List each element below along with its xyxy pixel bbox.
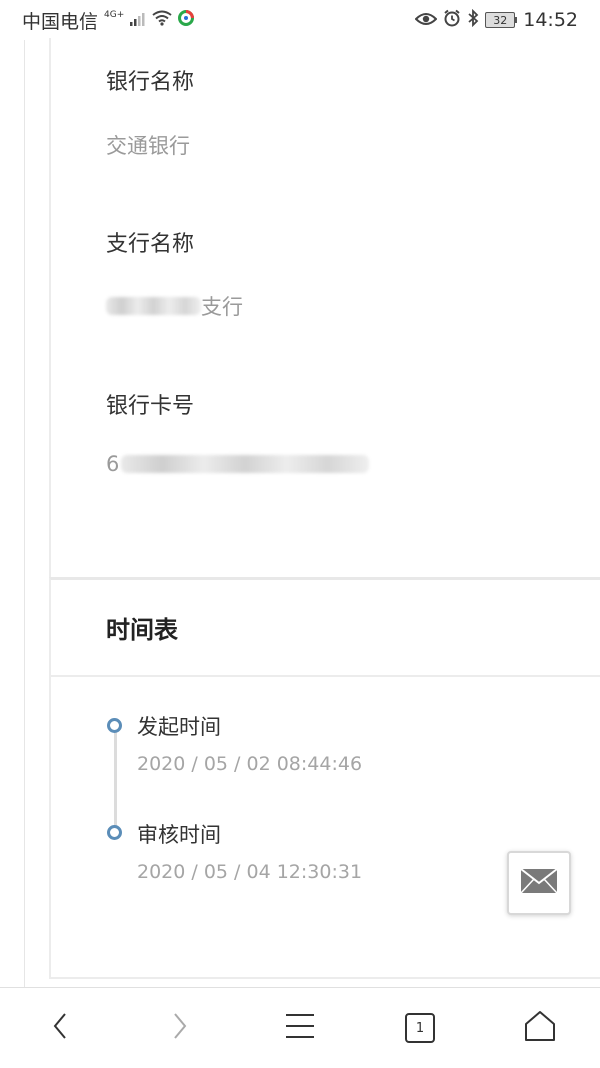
timeline-label: 审核时间 xyxy=(137,823,221,847)
bank-name-value: 交通银行 xyxy=(106,134,190,158)
timeline-time: 2020 / 05 / 04 12:30:31 xyxy=(137,861,363,883)
eye-icon xyxy=(414,9,438,31)
timetable-title: 时间表 xyxy=(106,616,178,644)
tabs-icon: 1 xyxy=(405,1013,435,1043)
app-notification-icon xyxy=(178,9,195,31)
back-button[interactable] xyxy=(20,988,100,1068)
message-button[interactable] xyxy=(507,851,571,915)
wifi-icon xyxy=(152,9,172,31)
redacted-branch-prefix xyxy=(106,297,201,315)
timeline-dot xyxy=(107,825,122,840)
timeline-time: 2020 / 05 / 02 08:44:46 xyxy=(137,753,363,775)
bluetooth-icon xyxy=(467,8,479,32)
forward-icon xyxy=(172,1012,188,1044)
back-icon xyxy=(52,1012,68,1044)
menu-button[interactable] xyxy=(260,988,340,1068)
envelope-icon xyxy=(520,868,558,898)
home-icon xyxy=(523,1010,557,1046)
bank-info-card: 银行名称 交通银行 支行名称 支行 银行卡号 6 xyxy=(49,38,600,579)
home-button[interactable] xyxy=(500,988,580,1068)
battery-level: 32 xyxy=(485,12,516,28)
timeline-connector xyxy=(114,728,117,830)
page-outline xyxy=(24,40,25,987)
menu-icon xyxy=(285,1013,315,1043)
timetable-header: 时间表 xyxy=(51,580,600,677)
signal-icon xyxy=(130,9,146,31)
forward-button[interactable] xyxy=(140,988,220,1068)
branch-name-value: 支行 xyxy=(201,295,243,319)
carrier-label: 中国电信 xyxy=(22,10,99,33)
status-bar: 中国电信 4G+ 32 14:52 xyxy=(0,0,600,40)
card-number-value: 6 xyxy=(106,452,120,476)
card-number-label: 银行卡号 xyxy=(106,394,195,419)
timeline-label: 发起时间 xyxy=(137,715,221,739)
clock-time: 14:52 xyxy=(523,9,578,31)
alarm-icon xyxy=(443,9,461,32)
timeline-dot xyxy=(107,718,122,733)
bank-name-label: 银行名称 xyxy=(106,70,195,95)
branch-name-label: 支行名称 xyxy=(106,232,195,257)
redacted-card-number xyxy=(121,455,370,473)
timetable-card: 时间表 发起时间 2020 / 05 / 02 08:44:46 审核时间 20… xyxy=(49,577,600,979)
tabs-button[interactable]: 1 xyxy=(380,988,460,1068)
battery-icon: 32 xyxy=(485,12,518,28)
network-label: 4G+ xyxy=(104,10,125,20)
browser-navbar: 1 xyxy=(0,987,600,1067)
